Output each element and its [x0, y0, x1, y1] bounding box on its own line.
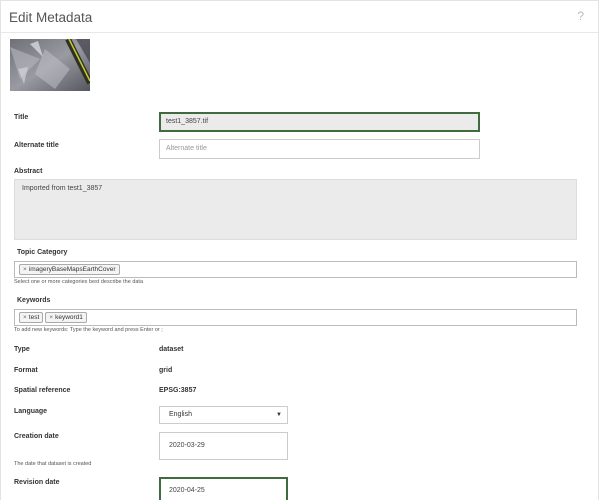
edit-metadata-panel: Edit Metadata ? Title test1_3857.tif Alt… — [0, 0, 599, 500]
remove-tag-icon[interactable]: × — [23, 314, 27, 321]
chevron-down-icon: ▼ — [276, 412, 282, 418]
type-label: Type — [14, 346, 30, 353]
keyword-tag-label: test — [28, 314, 40, 321]
title-label: Title — [14, 114, 29, 121]
dataset-thumbnail — [10, 39, 90, 91]
language-select[interactable]: English ▼ — [159, 406, 288, 424]
language-label: Language — [14, 408, 48, 415]
topic-category-label: Topic Category — [17, 249, 68, 256]
remove-tag-icon[interactable]: × — [49, 314, 53, 321]
help-icon[interactable]: ? — [577, 9, 584, 23]
abstract-label: Abstract — [14, 168, 43, 175]
creation-date-label: Creation date — [14, 433, 59, 440]
topic-category-input[interactable]: × imageryBaseMapsEarthCover — [14, 261, 577, 278]
abstract-field[interactable]: Imported from test1_3857 — [14, 179, 577, 240]
spatial-reference-value: EPSG:3857 — [159, 387, 197, 394]
revision-date-field[interactable]: 2020-04-25 — [159, 477, 288, 500]
keywords-input[interactable]: × test × keyword1 — [14, 309, 577, 326]
creation-date-field[interactable]: 2020-03-29 — [159, 432, 288, 460]
title-field[interactable]: test1_3857.tif — [159, 112, 480, 132]
alternate-title-label: Alternate title — [14, 142, 59, 149]
page-title: Edit Metadata — [9, 10, 93, 25]
keyword-tag: × test — [19, 312, 44, 323]
remove-tag-icon[interactable]: × — [23, 266, 27, 273]
keyword-tag-label: keyword1 — [55, 314, 83, 321]
spatial-reference-label: Spatial reference — [14, 387, 71, 394]
keyword-tag: × keyword1 — [45, 312, 87, 323]
format-label: Format — [14, 367, 38, 374]
keywords-hint: To add new keywords: Type the keyword an… — [14, 327, 163, 333]
revision-date-label: Revision date — [14, 479, 60, 486]
type-value: dataset — [159, 346, 184, 353]
alternate-title-field[interactable]: Alternate title — [159, 139, 480, 159]
topic-tag: × imageryBaseMapsEarthCover — [19, 264, 120, 275]
panel-header: Edit Metadata ? — [1, 1, 598, 33]
keywords-label: Keywords — [17, 297, 51, 304]
language-selected: English — [169, 411, 192, 418]
format-value: grid — [159, 367, 173, 374]
creation-date-hint: The date that dataset is created — [14, 461, 92, 467]
topic-category-hint: Select one or more categories best descr… — [14, 279, 144, 285]
topic-tag-label: imageryBaseMapsEarthCover — [28, 266, 116, 273]
